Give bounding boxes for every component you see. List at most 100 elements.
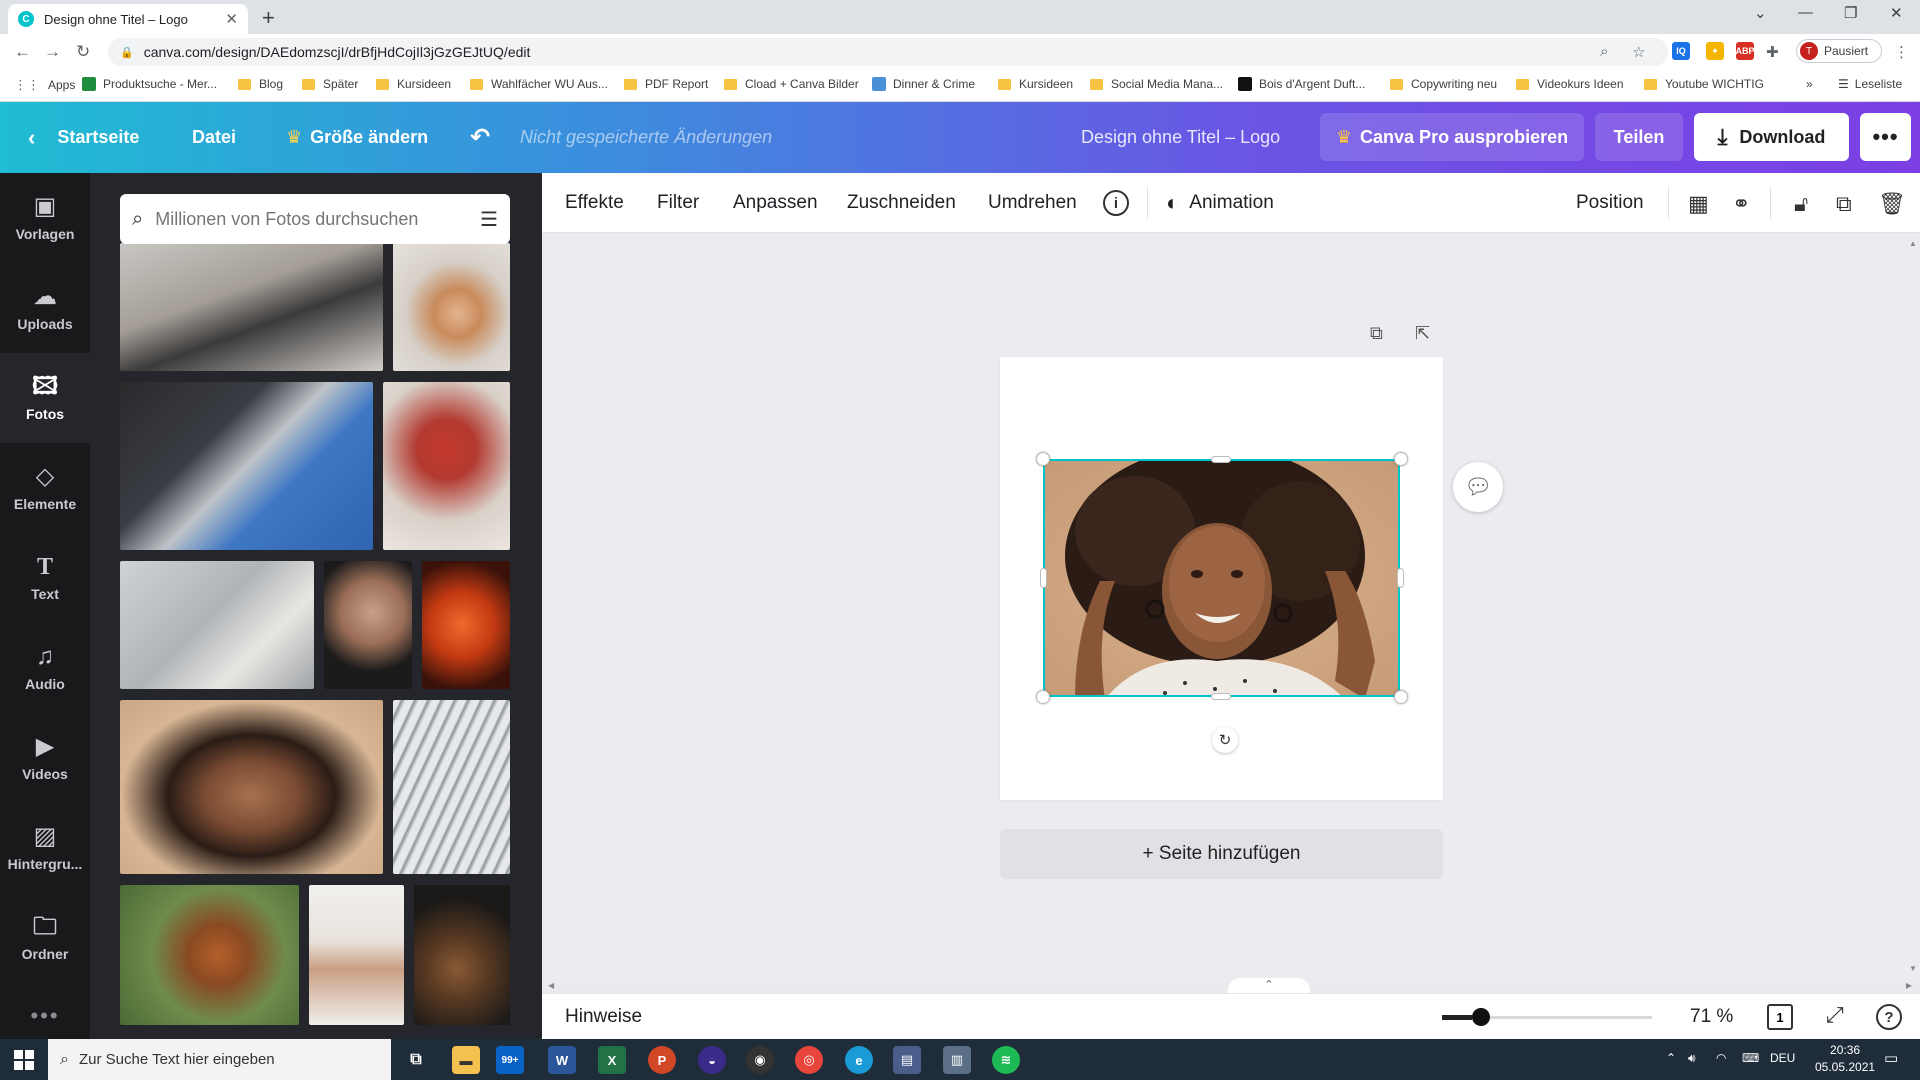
vertical-scrollbar[interactable]: ▲ ▼	[1906, 233, 1920, 981]
bookmark-item[interactable]: PDF Report	[624, 77, 708, 91]
undo-icon[interactable]: ↶	[470, 102, 490, 173]
network-icon[interactable]: ◠	[1716, 1051, 1726, 1065]
scroll-up-icon[interactable]: ▲	[1909, 239, 1917, 248]
app-icon[interactable]: ◒	[698, 1046, 726, 1074]
resize-button[interactable]: ♛ Größe ändern	[286, 102, 428, 173]
photo-thumbnail[interactable]	[120, 885, 299, 1025]
design-title[interactable]: Design ohne Titel – Logo	[1081, 102, 1280, 173]
zoom-icon[interactable]: ⌕	[1600, 43, 1608, 60]
more-bookmarks[interactable]: »	[1806, 77, 1813, 91]
photo-thumbnail[interactable]	[309, 885, 404, 1025]
window-close-icon[interactable]: ✕	[1890, 4, 1903, 22]
resize-handle-bottom-left[interactable]	[1036, 690, 1050, 704]
mail-icon[interactable]: 99+	[496, 1046, 524, 1074]
add-page-icon[interactable]: ⇱	[1415, 323, 1430, 344]
filter-button[interactable]: Filter	[657, 173, 699, 233]
adjust-button[interactable]: Anpassen	[733, 173, 818, 233]
scroll-right-icon[interactable]: ▶	[1906, 981, 1912, 990]
new-tab-icon[interactable]: +	[262, 5, 275, 31]
rotate-handle-icon[interactable]: ↻	[1212, 727, 1238, 753]
more-options-button[interactable]: •••	[1860, 113, 1911, 161]
lock-icon[interactable]: 🔓︎	[1794, 191, 1808, 217]
bookmark-item[interactable]: Social Media Mana...	[1090, 77, 1223, 91]
bookmark-item[interactable]: Videokurs Ideen	[1516, 77, 1624, 91]
duplicate-icon[interactable]: ⧉	[1836, 191, 1852, 217]
profile-button[interactable]: T Pausiert	[1796, 39, 1882, 63]
flip-button[interactable]: Umdrehen	[988, 173, 1077, 233]
extensions-puzzle-icon[interactable]: ✚	[1766, 43, 1779, 61]
photo-thumbnail[interactable]	[414, 885, 510, 1025]
reading-list[interactable]: ☰ Leseliste	[1838, 77, 1902, 91]
obs-icon[interactable]: ◉	[746, 1046, 774, 1074]
sidebar-item-templates[interactable]: ▣ Vorlagen	[0, 173, 90, 263]
share-button[interactable]: Teilen	[1595, 113, 1683, 161]
browser-menu-icon[interactable]: ⋮	[1894, 43, 1909, 61]
resize-handle-bottom[interactable]	[1211, 693, 1231, 700]
sidebar-item-folder[interactable]: 🗀 Ordner	[0, 893, 90, 983]
photo-thumbnail[interactable]	[120, 561, 314, 689]
spotify-icon[interactable]: ≋	[992, 1046, 1020, 1074]
app-icon[interactable]: ▥	[943, 1046, 971, 1074]
file-explorer-icon[interactable]: ▬	[452, 1046, 480, 1074]
bookmark-item[interactable]: Später	[302, 77, 358, 91]
effects-button[interactable]: Effekte	[565, 173, 624, 233]
extension-icon[interactable]: ✦	[1706, 42, 1724, 60]
selected-image[interactable]	[1043, 459, 1400, 697]
forward-icon[interactable]: →	[44, 42, 61, 62]
resize-handle-left[interactable]	[1040, 568, 1047, 588]
photo-thumbnail[interactable]	[422, 561, 510, 689]
photo-thumbnail[interactable]	[120, 243, 383, 371]
file-menu-button[interactable]: Datei	[192, 102, 236, 173]
sidebar-item-backgrounds[interactable]: ▨ Hintergru...	[0, 803, 90, 893]
info-icon[interactable]: i	[1103, 190, 1129, 216]
windows-start-icon[interactable]	[14, 1050, 34, 1070]
show-pages-toggle-icon[interactable]: ⌃	[1228, 978, 1310, 994]
bookmark-item[interactable]: Youtube WICHTIG	[1644, 77, 1764, 91]
page-count-icon[interactable]: 1	[1767, 1004, 1793, 1030]
photo-search-input[interactable]	[155, 208, 481, 230]
hints-button[interactable]: Hinweise	[565, 1006, 642, 1028]
photo-thumbnail[interactable]	[383, 382, 510, 550]
keyboard-icon[interactable]: ⌨	[1742, 1051, 1759, 1065]
sidebar-item-photos[interactable]: 🖾 Fotos	[0, 353, 90, 443]
adblock-extension-icon[interactable]: ABP	[1736, 42, 1755, 60]
photo-thumbnail[interactable]	[120, 700, 383, 874]
animation-button[interactable]: ◐ Animation	[1166, 173, 1274, 233]
app-icon[interactable]: ▤	[893, 1046, 921, 1074]
bookmark-item[interactable]: Wahlfächer WU Aus...	[470, 77, 608, 91]
taskbar-search[interactable]: ⌕ Zur Suche Text hier eingeben	[48, 1039, 391, 1080]
back-icon[interactable]: ←	[14, 42, 31, 62]
add-comment-icon[interactable]: 💬︎	[1453, 462, 1503, 512]
bookmark-item[interactable]: Kursideen	[998, 77, 1073, 91]
resize-handle-top-right[interactable]	[1394, 452, 1408, 466]
browser-tab[interactable]: C Design ohne Titel – Logo ✕	[8, 4, 248, 34]
bookmark-item[interactable]: Bois d'Argent Duft...	[1238, 77, 1365, 91]
close-tab-icon[interactable]: ✕	[225, 10, 238, 28]
sidebar-item-videos[interactable]: ▶ Videos	[0, 713, 90, 803]
minimize-icon[interactable]: —	[1798, 4, 1813, 21]
add-page-button[interactable]: + Seite hinzufügen	[1000, 829, 1443, 879]
zoom-slider-thumb[interactable]	[1472, 1008, 1490, 1026]
edge-icon[interactable]: e	[845, 1046, 873, 1074]
download-button[interactable]: ⤓ Download	[1694, 113, 1849, 161]
volume-icon[interactable]: 🔊︎	[1688, 1051, 1696, 1066]
fullscreen-icon[interactable]: ⤢	[1826, 1002, 1844, 1028]
powerpoint-icon[interactable]: P	[648, 1046, 676, 1074]
position-button[interactable]: Position	[1576, 173, 1644, 233]
resize-handle-right[interactable]	[1397, 568, 1404, 588]
link-icon[interactable]: ⚭	[1732, 191, 1750, 217]
language-indicator[interactable]: DEU	[1770, 1051, 1795, 1065]
photo-thumbnail[interactable]	[324, 561, 412, 689]
iq-extension-icon[interactable]: IQ	[1672, 42, 1690, 60]
resize-handle-top-left[interactable]	[1036, 452, 1050, 466]
resize-handle-top[interactable]	[1211, 456, 1231, 463]
bookmark-item[interactable]: Kursideen	[376, 77, 451, 91]
zoom-level[interactable]: 71 %	[1690, 1006, 1733, 1028]
photo-thumbnail[interactable]	[393, 700, 510, 874]
bookmark-item[interactable]: Blog	[238, 77, 283, 91]
home-button[interactable]: ‹ Startseite	[28, 102, 139, 173]
notifications-icon[interactable]: ▭	[1884, 1049, 1898, 1067]
chrome-icon[interactable]: ◎	[795, 1046, 823, 1074]
reload-icon[interactable]: ↻	[76, 42, 90, 62]
filter-sliders-icon[interactable]: ☰	[480, 207, 498, 232]
